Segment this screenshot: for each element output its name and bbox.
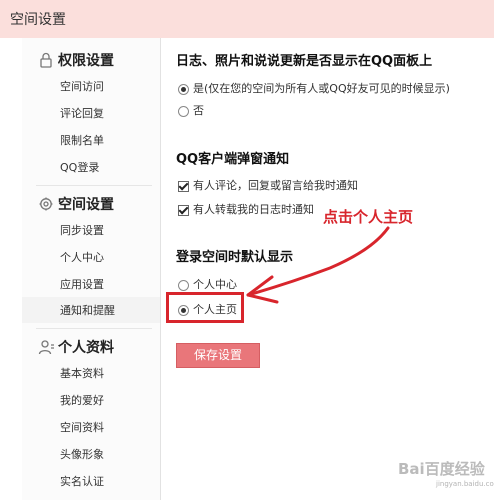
default-display-heading: 登录空间时默认显示 — [176, 250, 294, 265]
watermark-url: jingyan.baidu.com — [436, 480, 494, 488]
sidebar-item-sync[interactable]: 同步设置 — [22, 217, 160, 243]
sidebar-section-privacy[interactable]: 权限设置 — [22, 47, 160, 73]
radio-personal-center[interactable] — [178, 279, 189, 291]
qq-panel-heading: 日志、照片和说说更新是否显示在QQ面板上 — [176, 54, 433, 69]
sidebar-item-qq-login[interactable]: QQ登录 — [22, 154, 160, 180]
default-display-option-center[interactable]: 个人中心 — [178, 276, 237, 292]
title-bar: 空间设置 — [0, 0, 494, 39]
sidebar-item-app-settings[interactable]: 应用设置 — [22, 271, 160, 297]
sidebar: 权限设置 空间访问 评论回复 限制名单 QQ登录 空间设置 同步设置 个人中心 … — [22, 38, 161, 500]
annotation-label: 点击个人主页 — [323, 208, 414, 226]
sidebar-section-space-settings[interactable]: 空间设置 — [22, 191, 160, 217]
qq-panel-option-no[interactable]: 否 — [178, 102, 204, 118]
radio-no[interactable] — [178, 105, 189, 117]
sidebar-item-avatar[interactable]: 头像形象 — [22, 441, 160, 467]
sidebar-section-label: 空间设置 — [58, 197, 114, 213]
sidebar-section-label: 个人资料 — [58, 340, 114, 356]
notify-comment-option[interactable]: 有人评论，回复或留言给我时通知 — [178, 177, 358, 193]
sidebar-item-block-list[interactable]: 限制名单 — [22, 127, 160, 153]
sidebar-item-notifications[interactable]: 通知和提醒 — [22, 297, 160, 323]
gear-icon — [39, 197, 53, 211]
popup-notice-heading: QQ客户端弹窗通知 — [176, 152, 290, 167]
notify-repost-checkbox[interactable] — [178, 204, 189, 216]
sidebar-item-hobbies[interactable]: 我的爱好 — [22, 387, 160, 413]
qq-panel-option-yes[interactable]: 是(仅在您的空间为所有人或QQ好友可见的时候显示) — [178, 80, 450, 96]
user-icon — [38, 340, 54, 355]
notify-comment-checkbox[interactable] — [178, 180, 189, 192]
window-title: 空间设置 — [10, 12, 66, 28]
sidebar-item-comment-reply[interactable]: 评论回复 — [22, 100, 160, 126]
sidebar-section-label: 权限设置 — [58, 53, 114, 69]
save-button[interactable]: 保存设置 — [176, 343, 260, 368]
sidebar-item-space-access[interactable]: 空间访问 — [22, 73, 160, 99]
lock-icon — [40, 52, 52, 68]
notify-repost-option[interactable]: 有人转载我的日志时通知 — [178, 201, 314, 217]
sidebar-divider — [36, 328, 152, 329]
radio-yes[interactable] — [178, 83, 189, 95]
sidebar-section-profile[interactable]: 个人资料 — [22, 334, 160, 360]
sidebar-item-basic-info[interactable]: 基本资料 — [22, 360, 160, 386]
sidebar-item-real-name[interactable]: 实名认证 — [22, 468, 160, 494]
highlight-box — [166, 292, 244, 323]
baidu-watermark: Bai百度经验 jingyan.baidu.com — [390, 450, 494, 490]
watermark-logo-text: Bai百度经验 — [398, 460, 485, 478]
sidebar-divider — [36, 185, 152, 186]
sidebar-item-personal-center[interactable]: 个人中心 — [22, 244, 160, 270]
sidebar-item-space-info[interactable]: 空间资料 — [22, 414, 160, 440]
